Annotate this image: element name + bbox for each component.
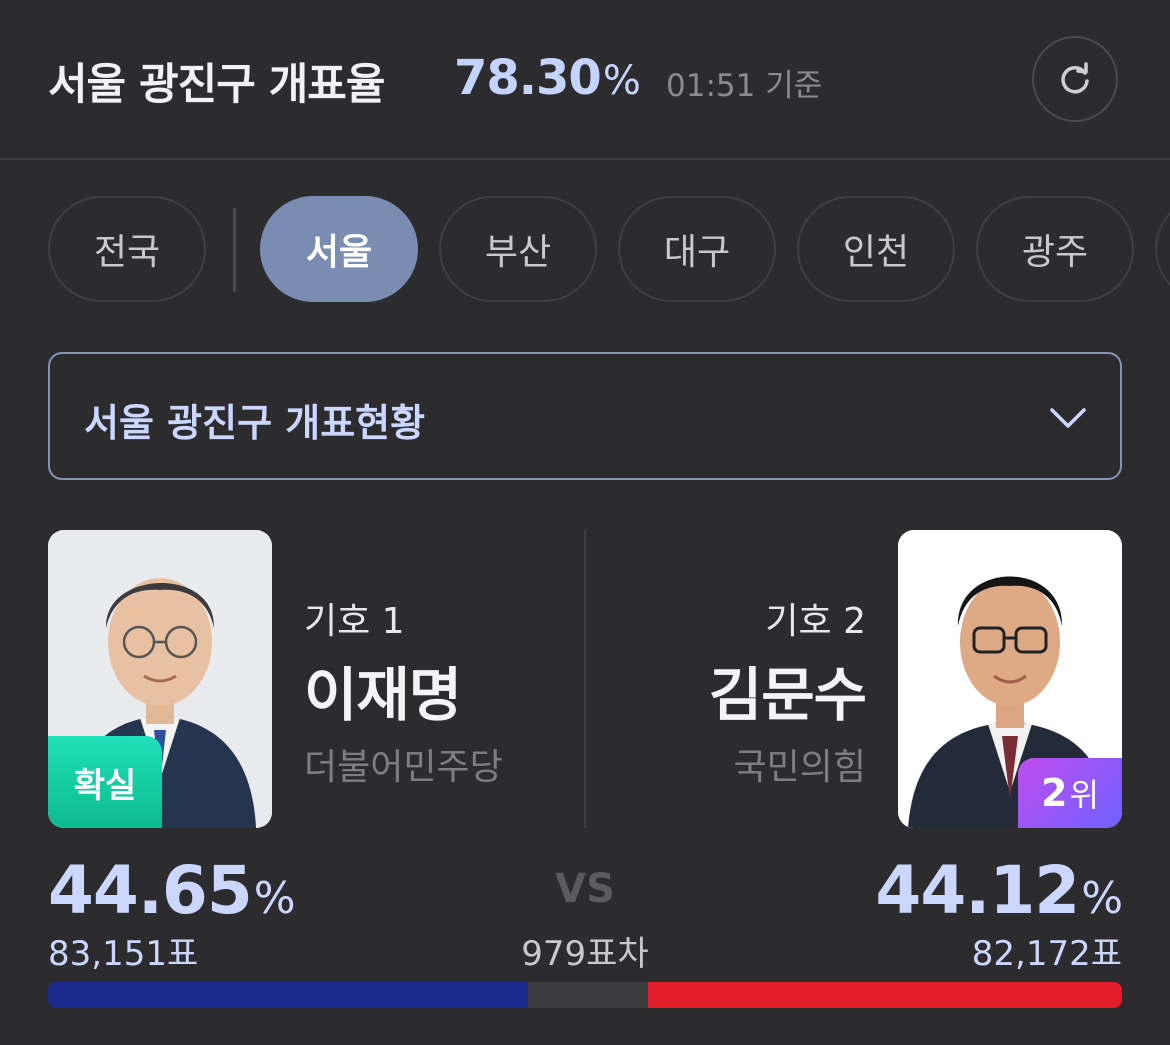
header: 서울 광진구 개표율 78.30% 01:51 기준 [0,0,1170,160]
tab-more[interactable] [1155,196,1170,302]
district-select-label: 서울 광진구 개표현황 [84,401,426,445]
rank-badge-unit: 위 [1069,776,1099,814]
candidate-2-party: 국민의힘 [733,747,866,788]
tab-gwangju[interactable]: 광주 [976,196,1134,302]
candidate-2-photo: 2위 [898,530,1122,828]
candidate-1-party: 더불어민주당 [304,747,503,788]
confirmed-badge: 확실 [48,736,162,828]
candidate-1-number: 기호 1 [304,601,405,642]
candidate-2-votes: 82,172표 [971,934,1122,974]
candidate-1-share-bar [48,982,528,1008]
candidate-divider [584,530,586,828]
candidate-2-percent: 44.12% [875,852,1123,929]
counting-rate-value: 78.30 [454,50,602,106]
district-select[interactable]: 서울 광진구 개표현황 [48,352,1122,480]
tab-national[interactable]: 전국 [48,196,206,302]
candidate-2-number: 기호 2 [765,601,866,642]
update-time: 01:51 기준 [666,68,823,104]
candidate-2-percent-value: 44.12 [875,852,1080,929]
tab-seoul[interactable]: 서울 [260,196,418,302]
rank-badge: 2위 [1018,758,1122,828]
counting-rate-unit: % [602,58,641,104]
tab-daegu[interactable]: 대구 [618,196,776,302]
candidate-2-info: 기호 2 김문수 국민의힘 [708,592,867,790]
region-tabs: 전국 서울 부산 대구 인천 광주 [48,196,1170,304]
page-title: 서울 광진구 개표율 [48,60,385,110]
tab-divider [233,208,236,292]
tab-incheon[interactable]: 인천 [797,196,955,302]
candidate-2-share-bar [648,982,1122,1008]
refresh-icon [1061,62,1089,94]
counting-rate: 78.30% [454,50,641,106]
candidate-1-name: 이재명 [304,661,462,729]
candidate-2-name: 김문수 [708,661,867,729]
candidate-2-percent-unit: % [1081,873,1123,924]
candidate-1-photo: 확실 [48,530,272,828]
rank-badge-number: 2 [1041,771,1068,815]
refresh-button[interactable] [1032,36,1118,122]
candidate-1-info: 기호 1 이재명 더불어민주당 [304,592,503,790]
vote-share-bar [48,982,1122,1008]
chevron-down-icon [1050,408,1086,428]
tab-busan[interactable]: 부산 [439,196,597,302]
